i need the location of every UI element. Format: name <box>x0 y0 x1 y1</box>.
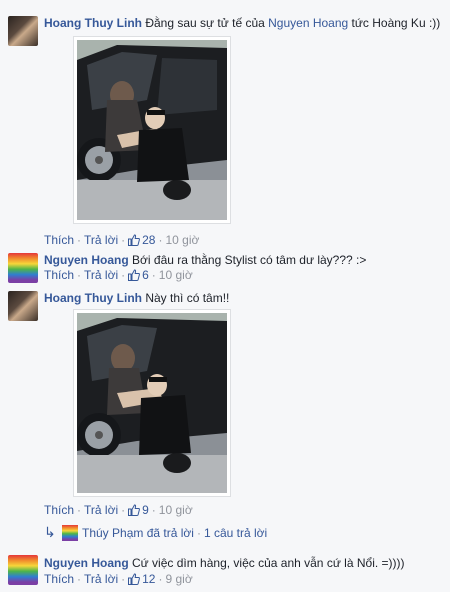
separator: · <box>151 503 156 517</box>
comment-text: Này thì có tâm!! <box>145 291 230 305</box>
like-count[interactable]: 6 <box>128 268 149 282</box>
reply-verb: đã trả lời <box>146 526 194 540</box>
reply-arrow-icon: ↳ <box>44 524 56 540</box>
thumbs-up-icon <box>128 573 141 585</box>
thumbs-up-icon <box>128 269 141 281</box>
replies-summary[interactable]: ↳ Thúy Phạm đã trả lời · 1 câu trả lời <box>44 524 267 541</box>
like-count-value: 6 <box>142 268 149 282</box>
attached-photo[interactable] <box>73 309 231 497</box>
comment-author[interactable]: Hoang Thuy Linh <box>44 16 142 30</box>
separator: · <box>196 526 201 540</box>
comment-author[interactable]: Nguyen Hoang <box>44 556 129 570</box>
reply-link[interactable]: Trả lời <box>84 572 118 586</box>
comment-actions: Thích · Trả lời · 6 · 10 giờ <box>44 268 193 283</box>
like-count-value: 9 <box>142 503 149 517</box>
like-count-value: 12 <box>142 572 156 586</box>
comment-body: Nguyen Hoang Bới đâu ra thằng Stylist có… <box>44 253 366 268</box>
like-count-value: 28 <box>142 233 156 247</box>
comment-body: Hoang Thuy Linh Đằng sau sự tử tế của Ng… <box>44 16 440 31</box>
timestamp[interactable]: 9 giờ <box>165 572 192 586</box>
reply-count[interactable]: 1 câu trả lời <box>204 526 267 540</box>
comment-author[interactable]: Nguyen Hoang <box>44 253 129 267</box>
comment-body: Hoang Thuy Linh Này thì có tâm!! <box>44 291 229 306</box>
reply-link[interactable]: Trả lời <box>84 233 118 247</box>
thumbs-up-icon <box>128 504 141 516</box>
separator: · <box>77 233 82 247</box>
comment-body: Nguyen Hoang Cứ việc dìm hàng, việc của … <box>44 556 405 571</box>
avatar[interactable] <box>8 253 38 283</box>
like-count[interactable]: 28 <box>128 233 155 247</box>
reply-author[interactable]: Thúy Phạm <box>82 526 143 540</box>
separator: · <box>77 268 82 282</box>
photo-image <box>77 313 227 493</box>
like-link[interactable]: Thích <box>44 233 74 247</box>
reply-link[interactable]: Trả lời <box>84 268 118 282</box>
comment-actions: Thích · Trả lời · 28 · 10 giờ <box>44 233 199 248</box>
separator: · <box>77 503 82 517</box>
like-count[interactable]: 9 <box>128 503 149 517</box>
like-link[interactable]: Thích <box>44 503 74 517</box>
comment-actions: Thích · Trả lời · 12 · 9 giờ <box>44 572 193 587</box>
avatar[interactable] <box>8 16 38 46</box>
avatar <box>62 525 78 541</box>
comment-text: Cứ việc dìm hàng, việc của anh vẫn cứ là… <box>132 556 405 570</box>
car-photo-illustration <box>77 40 227 220</box>
timestamp[interactable]: 10 giờ <box>159 268 193 282</box>
attached-photo[interactable] <box>73 36 231 224</box>
avatar[interactable] <box>8 291 38 321</box>
like-count[interactable]: 12 <box>128 572 155 586</box>
reply-link[interactable]: Trả lời <box>84 503 118 517</box>
timestamp[interactable]: 10 giờ <box>165 233 199 247</box>
like-link[interactable]: Thích <box>44 268 74 282</box>
thumbs-up-icon <box>128 234 141 246</box>
timestamp[interactable]: 10 giờ <box>159 503 193 517</box>
photo-image <box>77 40 227 220</box>
comment-text: Đằng sau sự tử tế của <box>145 16 269 30</box>
separator: · <box>121 503 126 517</box>
comment-author[interactable]: Hoang Thuy Linh <box>44 291 142 305</box>
mention-link[interactable]: Nguyen Hoang <box>268 16 348 30</box>
car-photo-illustration <box>77 313 227 493</box>
separator: · <box>158 572 163 586</box>
separator: · <box>121 268 126 282</box>
separator: · <box>158 233 163 247</box>
comment-text-after: tức Hoàng Ku :)) <box>348 16 441 30</box>
like-link[interactable]: Thích <box>44 572 74 586</box>
comment-text: Bới đâu ra thằng Stylist có tâm dư lày??… <box>132 253 367 267</box>
avatar[interactable] <box>8 555 38 585</box>
separator: · <box>77 572 82 586</box>
separator: · <box>151 268 156 282</box>
separator: · <box>121 233 126 247</box>
comment-actions: Thích · Trả lời · 9 · 10 giờ <box>44 503 193 518</box>
separator: · <box>121 572 126 586</box>
